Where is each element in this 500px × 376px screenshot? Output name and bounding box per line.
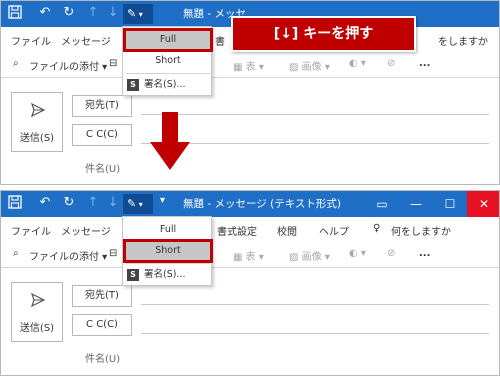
- paperclip-icon: ⌕: [13, 248, 19, 259]
- down-arrow-indicator-icon: [150, 112, 190, 170]
- menu-insert-partial[interactable]: 書: [215, 33, 225, 48]
- to-button[interactable]: 宛先(T): [72, 285, 132, 307]
- signature-toolbar-icon[interactable]: ⊟: [109, 248, 117, 259]
- menu-format[interactable]: 書式設定: [217, 223, 257, 238]
- send-icon: [31, 103, 45, 117]
- menu-file[interactable]: ファイル: [11, 33, 51, 48]
- save-icon[interactable]: [7, 195, 23, 211]
- image-button[interactable]: ▨ 画像 ▾: [289, 248, 330, 263]
- send-icon: [31, 293, 45, 307]
- window-title: 無題 - メッセージ (テキスト形式): [183, 198, 341, 210]
- attach-file-button[interactable]: ファイルの添付 ▾: [29, 58, 107, 73]
- menu-review[interactable]: 校閲: [277, 223, 297, 238]
- redo-icon[interactable]: ↻: [61, 195, 77, 211]
- signature-button[interactable]: ✎ ▾: [123, 4, 153, 24]
- menu-message[interactable]: メッセージ: [61, 33, 111, 48]
- signature-option-full[interactable]: Full: [126, 221, 210, 239]
- image-button[interactable]: ▨ 画像 ▾: [289, 58, 330, 73]
- close-button[interactable]: ✕: [467, 191, 499, 217]
- shapes-icon[interactable]: ◐ ▾: [349, 58, 366, 69]
- ribbon-toolbar: ⌕ ファイルの添付 ▾ ⊟ ▦ 表 ▾ ▨ 画像 ▾ ◐ ▾ ⊘ ...: [1, 52, 499, 78]
- to-field[interactable]: [141, 114, 489, 115]
- send-button[interactable]: 送信(S): [11, 92, 63, 152]
- undo-icon[interactable]: ↶: [37, 5, 53, 21]
- subject-label: 件名(U): [85, 164, 121, 175]
- menu-divider: [126, 263, 210, 264]
- menu-bar: ファイル メッセージ 書式設定 校閲 ヘルプ ♀ 何をしますか: [1, 217, 499, 242]
- screenshot-after: ↶ ↻ ↑ ↓ ✎ ▾ ▾ 無題 - メッセージ (テキスト形式) ▭ — ☐ …: [0, 190, 500, 376]
- subject-label: 件名(U): [85, 354, 121, 365]
- minimize-button[interactable]: —: [399, 191, 433, 217]
- down-arrow-icon[interactable]: ↓: [105, 5, 121, 21]
- screenshot-before: ↶ ↻ ↑ ↓ ✎ ▾ 無題 - メッセ ファイル メッセージ 書 をしますか …: [0, 0, 500, 185]
- signature-option-short[interactable]: Short: [126, 52, 210, 70]
- redo-icon[interactable]: ↻: [61, 5, 77, 21]
- title-bar: ↶ ↻ ↑ ↓ ✎ ▾ ▾ 無題 - メッセージ (テキスト形式) ▭ — ☐ …: [1, 191, 499, 217]
- more-button[interactable]: ...: [419, 58, 430, 69]
- paperclip-icon: ⌕: [13, 58, 19, 69]
- signature-button[interactable]: ✎ ▾: [123, 194, 153, 214]
- cc-field[interactable]: [141, 333, 489, 334]
- to-field[interactable]: [141, 304, 489, 305]
- maximize-button[interactable]: ☐: [433, 191, 467, 217]
- compose-area: 送信(S) 宛先(T) C C(C) 件名(U): [1, 78, 499, 184]
- cc-field[interactable]: [141, 143, 489, 144]
- signature-option-short[interactable]: Short: [123, 239, 213, 263]
- attach-file-button[interactable]: ファイルの添付 ▾: [29, 248, 107, 263]
- table-button[interactable]: ▦ 表 ▾: [233, 58, 264, 73]
- signature-settings-icon: S: [127, 269, 139, 281]
- lightbulb-icon: ♀: [373, 223, 381, 234]
- signature-dropdown: Full Short S 署名(S)...: [122, 216, 213, 286]
- send-label: 送信(S): [19, 323, 55, 334]
- signature-option-full[interactable]: Full: [123, 28, 213, 52]
- signature-dropdown: Full Short S 署名(S)...: [122, 26, 213, 96]
- to-button[interactable]: 宛先(T): [72, 95, 132, 117]
- link-icon[interactable]: ⊘: [387, 248, 395, 259]
- dropdown-caret-icon: ▾: [136, 200, 143, 209]
- menu-divider: [126, 73, 210, 74]
- menu-file[interactable]: ファイル: [11, 223, 51, 238]
- more-button[interactable]: ...: [419, 248, 430, 259]
- signatures-settings-label: 署名(S)...: [144, 269, 186, 280]
- table-button[interactable]: ▦ 表 ▾: [233, 248, 264, 263]
- down-arrow-icon[interactable]: ↓: [105, 195, 121, 211]
- compose-area: 送信(S) 宛先(T) C C(C) 件名(U): [1, 268, 499, 375]
- cc-button[interactable]: C C(C): [72, 314, 132, 336]
- signature-icon: ✎: [127, 197, 137, 210]
- menu-message[interactable]: メッセージ: [61, 223, 111, 238]
- signature-toolbar-icon[interactable]: ⊟: [109, 58, 117, 69]
- signatures-settings-label: 署名(S)...: [144, 79, 186, 90]
- signature-icon: ✎: [127, 7, 137, 20]
- instruction-callout: [↓] キーを押す: [231, 16, 416, 52]
- ribbon-display-icon[interactable]: ▭: [365, 191, 399, 217]
- send-label: 送信(S): [19, 133, 55, 144]
- dropdown-caret-icon: ▾: [136, 10, 143, 19]
- cc-button[interactable]: C C(C): [72, 124, 132, 146]
- undo-icon[interactable]: ↶: [37, 195, 53, 211]
- signatures-settings-item[interactable]: S 署名(S)...: [126, 76, 210, 94]
- customize-qat-icon[interactable]: ▾: [160, 195, 165, 206]
- menu-help[interactable]: ヘルプ: [319, 223, 349, 238]
- up-arrow-icon[interactable]: ↑: [85, 5, 101, 21]
- signatures-settings-item[interactable]: S 署名(S)...: [126, 266, 210, 284]
- save-icon[interactable]: [7, 5, 23, 21]
- shapes-icon[interactable]: ◐ ▾: [349, 248, 366, 259]
- ribbon-toolbar: ⌕ ファイルの添付 ▾ ⊟ ▦ 表 ▾ ▨ 画像 ▾ ◐ ▾ ⊘ ...: [1, 242, 499, 268]
- send-button[interactable]: 送信(S): [11, 282, 63, 342]
- signature-settings-icon: S: [127, 79, 139, 91]
- link-icon[interactable]: ⊘: [387, 58, 395, 69]
- up-arrow-icon[interactable]: ↑: [85, 195, 101, 211]
- menu-tell-me[interactable]: 何をしますか: [391, 223, 451, 238]
- menu-tell-me[interactable]: をしますか: [438, 33, 488, 48]
